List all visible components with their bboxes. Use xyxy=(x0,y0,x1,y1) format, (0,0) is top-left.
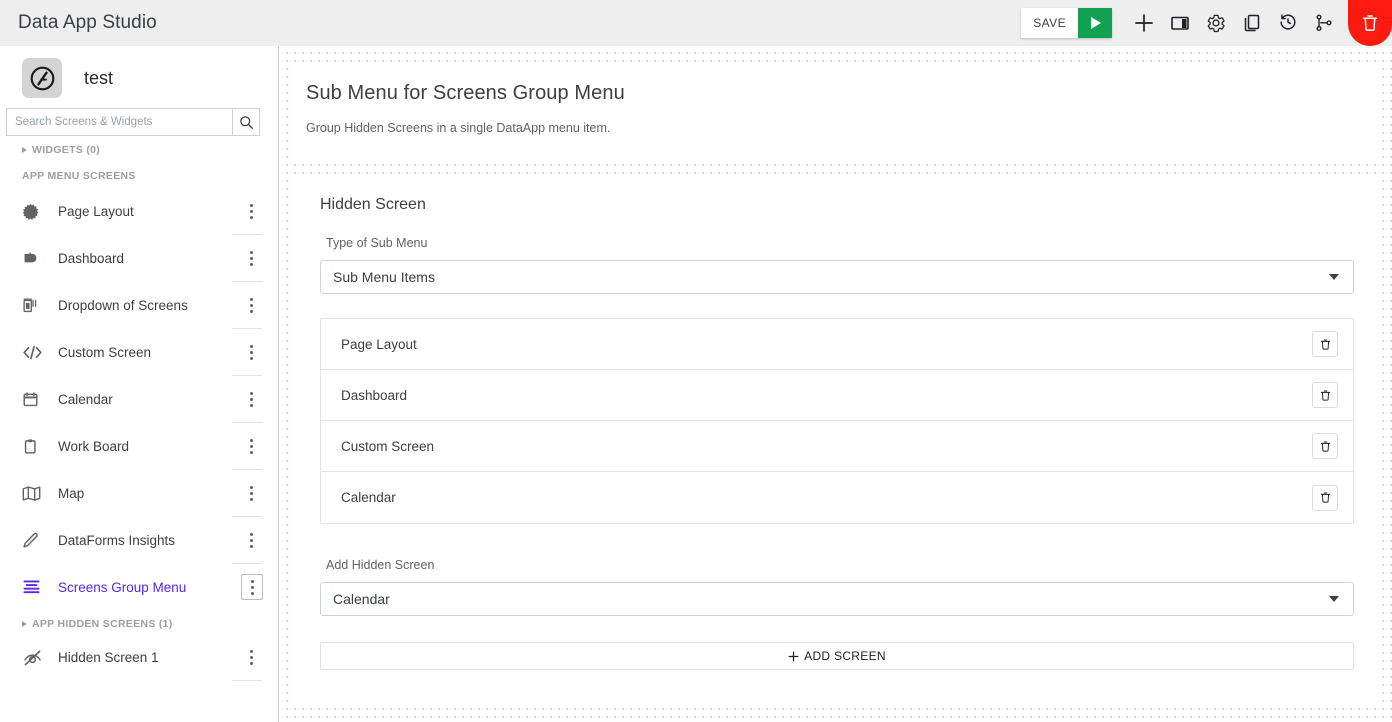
menu-lines-icon xyxy=(22,579,48,596)
page-subtitle: Group Hidden Screens in a single DataApp… xyxy=(306,121,611,135)
list-item[interactable]: Page Layout xyxy=(321,319,1353,370)
hidden-screens-label: APP HIDDEN SCREENS (1) xyxy=(32,618,173,630)
item-label: Dashboard xyxy=(341,387,408,403)
sidebar-item-label: Screens Group Menu xyxy=(58,579,187,595)
sidebar-item-map[interactable]: Map xyxy=(0,470,278,516)
chevron-right-icon xyxy=(22,147,27,153)
list-item[interactable]: Dashboard xyxy=(321,370,1353,421)
sidebar-item-hidden-screen-1[interactable]: Hidden Screen 1 xyxy=(0,634,278,680)
list-item[interactable]: Custom Screen xyxy=(321,421,1353,472)
dashboard-icon xyxy=(22,250,48,267)
divider xyxy=(232,680,262,681)
hidden-screens-section-toggle[interactable]: APP HIDDEN SCREENS (1) xyxy=(0,610,278,634)
sidebar-item-label: Dashboard xyxy=(58,250,125,266)
run-play-icon[interactable] xyxy=(1078,8,1112,38)
sidebar-item-calendar[interactable]: Calendar xyxy=(0,376,278,422)
app-title: Data App Studio xyxy=(18,12,157,33)
item-menu-icon[interactable] xyxy=(240,644,262,670)
item-menu-icon[interactable] xyxy=(241,574,263,600)
clipboard-icon xyxy=(22,438,48,455)
pencil-icon xyxy=(22,532,48,549)
add-hidden-screen-select[interactable]: Calendar xyxy=(320,582,1354,616)
history-clock-icon[interactable] xyxy=(1270,0,1306,46)
add-screen-button[interactable]: ADD SCREEN xyxy=(320,642,1354,670)
sidebar-item-label: Page Layout xyxy=(58,203,134,219)
selected-value: Calendar xyxy=(333,591,390,607)
sidebar-item-label: Map xyxy=(58,485,85,501)
sidebar-item-page-layout[interactable]: Page Layout xyxy=(0,188,278,234)
toolbar-actions: SAVE xyxy=(1021,0,1392,46)
hidden-screen-panel: Hidden Screen Type of Sub Menu Sub Menu … xyxy=(292,174,1380,704)
screen-header-panel: Sub Menu for Screens Group Menu Group Hi… xyxy=(292,64,1380,164)
save-button[interactable]: SAVE xyxy=(1021,8,1078,38)
code-brackets-icon xyxy=(22,344,48,361)
branch-version-icon[interactable] xyxy=(1306,0,1342,46)
copy-duplicate-icon[interactable] xyxy=(1234,0,1270,46)
item-menu-icon[interactable] xyxy=(240,527,262,553)
type-of-sub-menu-select[interactable]: Sub Menu Items xyxy=(320,260,1354,294)
gear-settings-icon[interactable] xyxy=(1198,0,1234,46)
sidebar: test WIDGETS (0) APP MENU SCREENS Page L… xyxy=(0,46,279,722)
search-input[interactable] xyxy=(6,108,232,136)
chevron-right-icon xyxy=(22,621,27,627)
sidebar-item-custom-screen[interactable]: Custom Screen xyxy=(0,329,278,375)
add-plus-icon[interactable] xyxy=(1126,0,1162,46)
sidebar-item-label: Hidden Screen 1 xyxy=(58,649,159,665)
circle-slash-logo-icon[interactable] xyxy=(22,58,62,98)
sidebar-item-label: Dropdown of Screens xyxy=(58,297,188,313)
sidebar-item-dashboard[interactable]: Dashboard xyxy=(0,235,278,281)
sidebar-item-dropdown-of-screens[interactable]: Dropdown of Screens xyxy=(0,282,278,328)
item-menu-icon[interactable] xyxy=(240,480,262,506)
trash-icon[interactable] xyxy=(1312,433,1338,459)
add-hidden-screen-label: Add Hidden Screen xyxy=(326,558,435,572)
sidebar-item-screens-group-menu[interactable]: Screens Group Menu xyxy=(0,564,278,610)
list-item[interactable]: Calendar xyxy=(321,472,1353,523)
sidebar-item-dataforms-insights[interactable]: DataForms Insights xyxy=(0,517,278,563)
sidebar-item-label: Custom Screen xyxy=(58,344,152,360)
eye-off-icon xyxy=(22,649,48,666)
sidebar-item-label: Calendar xyxy=(58,391,113,407)
sidebar-item-work-board[interactable]: Work Board xyxy=(0,423,278,469)
trash-icon[interactable] xyxy=(1312,331,1338,357)
trash-icon[interactable] xyxy=(1312,484,1338,511)
chevron-down-icon xyxy=(1329,274,1339,280)
section-title: Hidden Screen xyxy=(320,196,426,213)
item-menu-icon[interactable] xyxy=(240,433,262,459)
item-menu-icon[interactable] xyxy=(240,198,262,224)
item-menu-icon[interactable] xyxy=(240,339,262,365)
page-title: Sub Menu for Screens Group Menu xyxy=(306,82,625,104)
app-name: test xyxy=(84,67,114,88)
sub-menu-items-list: Page Layout Dashboard Custom Screen Cale… xyxy=(320,318,1354,524)
app-header: test xyxy=(0,46,278,106)
app-menu-screens-label: APP MENU SCREENS xyxy=(22,170,136,182)
sidebar-item-label: DataForms Insights xyxy=(58,532,176,548)
delete-trash-icon[interactable] xyxy=(1348,0,1392,46)
item-label: Page Layout xyxy=(341,336,417,352)
item-menu-icon[interactable] xyxy=(240,386,262,412)
search-icon[interactable] xyxy=(232,108,260,136)
search-bar xyxy=(6,108,260,136)
sidebar-item-label: Work Board xyxy=(58,438,130,454)
plus-icon xyxy=(788,651,799,661)
selected-value: Sub Menu Items xyxy=(333,269,435,285)
add-screen-label: ADD SCREEN xyxy=(804,649,886,663)
editor-canvas: Sub Menu for Screens Group Menu Group Hi… xyxy=(280,46,1392,722)
calendar-icon xyxy=(22,391,48,408)
starburst-icon xyxy=(22,203,48,220)
map-icon xyxy=(22,485,48,502)
dropdown-screens-icon xyxy=(22,297,48,314)
chevron-down-icon xyxy=(1329,596,1339,602)
type-of-sub-menu-label: Type of Sub Menu xyxy=(326,236,428,250)
item-label: Calendar xyxy=(341,490,396,505)
widgets-section-toggle[interactable]: WIDGETS (0) xyxy=(0,136,278,160)
top-toolbar: Data App Studio SAVE xyxy=(0,0,1392,46)
trash-icon[interactable] xyxy=(1312,382,1338,408)
widgets-section-label: WIDGETS (0) xyxy=(32,144,101,156)
item-label: Custom Screen xyxy=(341,438,435,454)
item-menu-icon[interactable] xyxy=(240,292,262,318)
panel-layout-icon[interactable] xyxy=(1162,0,1198,46)
save-run-group: SAVE xyxy=(1021,8,1112,38)
item-menu-icon[interactable] xyxy=(240,245,262,271)
